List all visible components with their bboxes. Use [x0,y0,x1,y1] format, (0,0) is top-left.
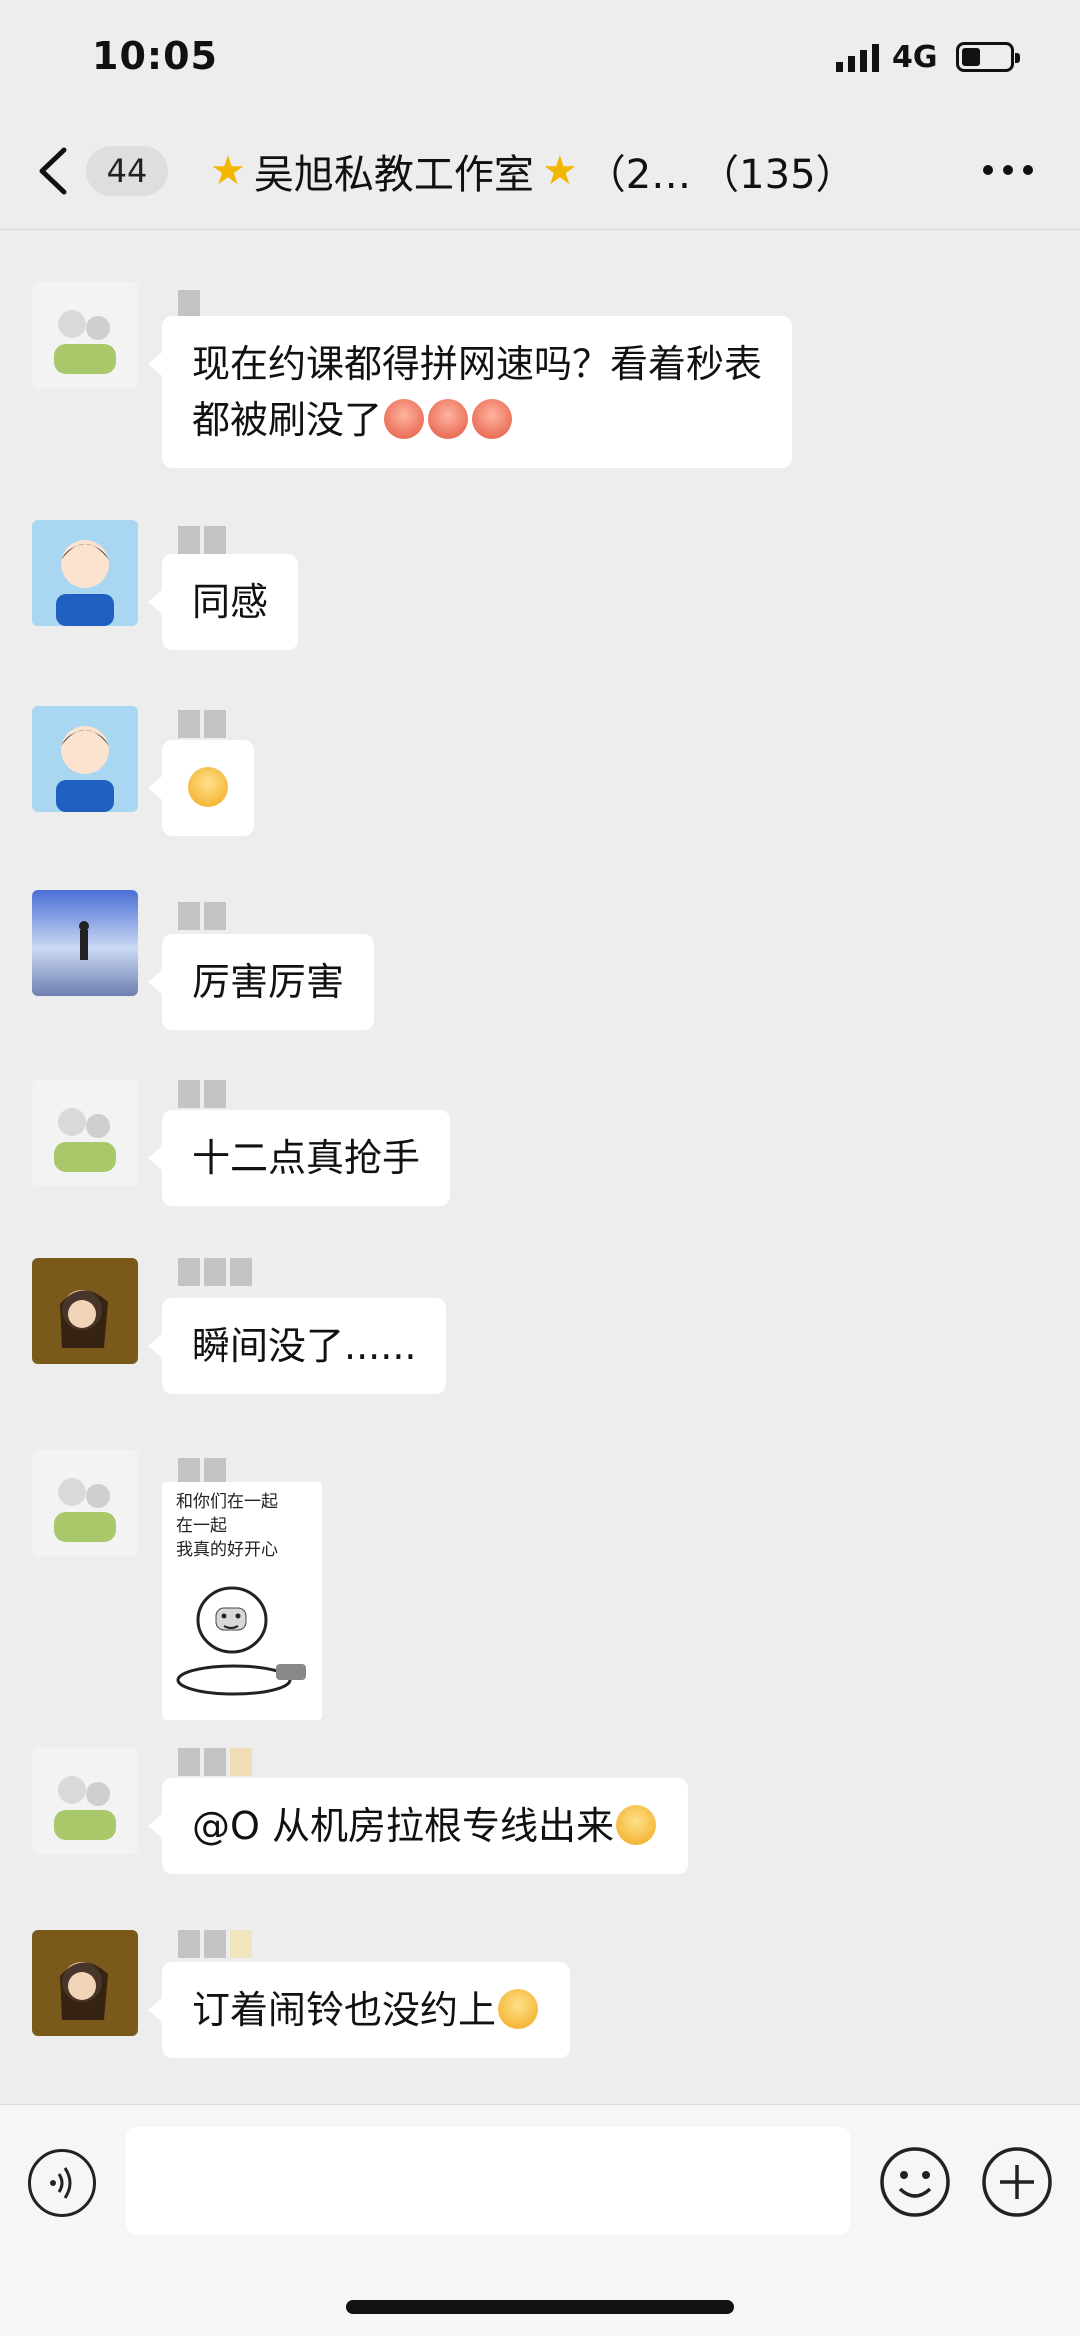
sticker-text: 我真的好开心 [176,1540,278,1560]
message-bubble[interactable]: 现在约课都得拼网速吗？看着秒表 都被刷没了 [147,316,793,468]
battery-icon [956,42,1020,72]
message-bubble[interactable] [148,740,254,836]
avatar[interactable] [32,282,138,388]
angry-emoji-icon [472,399,513,439]
grin-emoji-icon [188,767,228,807]
avatar[interactable] [32,1450,138,1556]
sticker-message[interactable]: 和你们在一起 在一起 我真的好开心 [162,1482,322,1720]
message-text: 同感 [192,580,269,624]
message-text: 订着闹铃也没约上 [192,1988,497,2032]
message-bubble[interactable]: 订着闹铃也没约上 [147,1962,571,2058]
network-type: 4G [892,40,938,75]
group-name: 吴旭私教工作室 [253,152,534,198]
star-icon: ★ [541,148,578,194]
member-count: （135） [699,152,856,198]
angry-emoji-icon [384,399,425,439]
panda-meme-icon [176,1586,306,1696]
message-text: 厉害厉害 [192,960,345,1004]
unread-badge[interactable]: 44 [86,146,168,196]
signal-icon [836,44,879,72]
sender-name-blurred [178,526,226,554]
message-bubble[interactable]: 瞬间没了...... [147,1298,447,1394]
avatar[interactable] [32,1748,138,1854]
sender-name-blurred [178,290,200,318]
chevron-left-icon[interactable] [34,146,74,196]
sender-name-blurred [178,1258,252,1286]
message-bubble[interactable]: @O 从机房拉根专线出来 [148,1778,688,1874]
home-indicator [346,2300,734,2314]
avatar[interactable] [32,890,138,996]
voice-icon[interactable] [28,2149,96,2217]
message-text: 瞬间没了...... [192,1324,417,1368]
message-text: 十二点真抢手 [192,1136,421,1180]
chat-title[interactable]: ★ 吴旭私教工作室 ★ （2… （135） [210,142,856,200]
emoji-icon[interactable] [878,2145,952,2219]
sticker-text: 在一起 [176,1516,227,1536]
sender-name-blurred [178,1930,252,1958]
group-name-suffix: （2… [585,152,692,198]
plus-icon[interactable] [980,2145,1054,2219]
avatar[interactable] [32,1930,138,2036]
avatar[interactable] [32,520,138,626]
more-dots-icon[interactable] [982,164,1034,176]
angry-emoji-icon [428,399,469,439]
message-bubble[interactable]: 同感 [147,554,299,650]
message-text-line2-wrap: 都被刷没了 [192,392,762,448]
message-text: 都被刷没了 [192,398,383,442]
sender-name-blurred [178,1748,252,1776]
avatar[interactable] [32,706,138,812]
status-time: 10:05 [92,34,218,78]
sender-name-blurred [178,1080,226,1108]
chat-header: 44 ★ 吴旭私教工作室 ★ （2… （135） [0,110,1080,230]
avatar[interactable] [32,1080,138,1186]
sticker-text: 和你们在一起 [176,1492,278,1512]
message-text: 现在约课都得拼网速吗？看着秒表 [192,342,763,386]
sender-name-blurred [178,710,226,738]
crying-emoji-icon [498,1989,539,2029]
message-text: @O 从机房拉根专线出来 [192,1804,614,1848]
message-bubble[interactable]: 厉害厉害 [147,934,375,1030]
star-icon: ★ [210,148,246,194]
sender-name-blurred [178,902,226,930]
avatar[interactable] [32,1258,138,1364]
message-bubble[interactable]: 十二点真抢手 [147,1110,451,1206]
thinking-emoji-icon [616,1805,656,1845]
message-input[interactable] [126,2127,850,2235]
status-bar: 10:05 4G [0,0,1080,110]
